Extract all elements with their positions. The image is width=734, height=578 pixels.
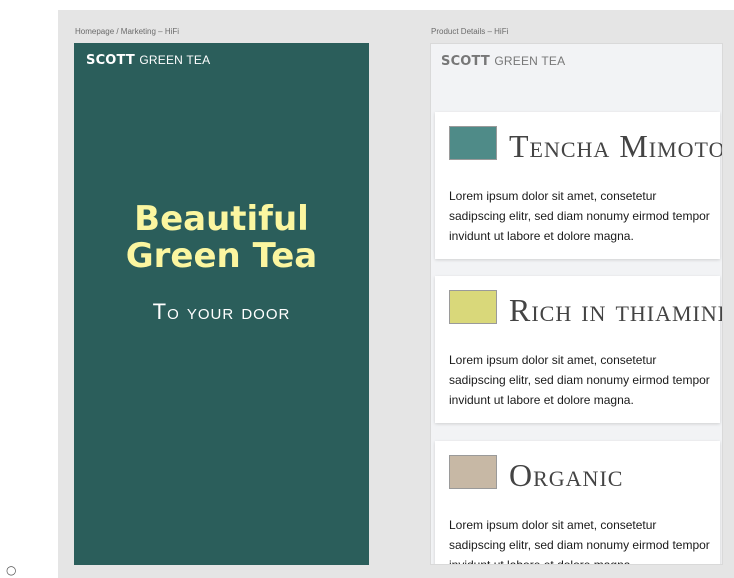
- card-title: Organic: [509, 457, 624, 493]
- hero-title-line1: Beautiful: [134, 199, 309, 239]
- card-body: Lorem ipsum dolor sit amet, consetetur s…: [449, 189, 710, 243]
- brand-bold: SCOTT: [441, 54, 490, 69]
- feature-card: Tencha Mimoto Lorem ipsum dolor sit amet…: [435, 112, 723, 259]
- card-title: Tencha Mimoto: [509, 128, 723, 164]
- frame-label-homepage[interactable]: Homepage / Marketing – HiFi: [75, 27, 179, 36]
- hero-title-line2: Green Tea: [125, 236, 318, 276]
- brand-logo: SCOTT GREEN TEA: [86, 53, 210, 68]
- color-swatch: [449, 290, 497, 324]
- card-body: Lorem ipsum dolor sit amet, consetetur s…: [449, 353, 710, 407]
- feature-card: Rich in thiamine Lorem ipsum dolor sit a…: [435, 276, 723, 423]
- product-details-frame[interactable]: SCOTT GREEN TEA Tencha Mimoto Lorem ipsu…: [430, 43, 723, 565]
- feature-card: Organic Lorem ipsum dolor sit amet, cons…: [435, 441, 720, 565]
- brand-light: GREEN TEA: [494, 54, 566, 68]
- circle-icon: ○: [6, 563, 17, 577]
- brand-light: GREEN TEA: [139, 53, 211, 67]
- homepage-frame[interactable]: SCOTT GREEN TEA Beautiful Green Tea To y…: [74, 43, 369, 565]
- card-body: Lorem ipsum dolor sit amet, consetetur s…: [449, 518, 710, 565]
- color-swatch: [449, 455, 497, 489]
- hero-title: Beautiful Green Tea: [74, 201, 369, 275]
- color-swatch: [449, 126, 497, 160]
- brand-bold: SCOTT: [86, 53, 135, 68]
- hero-subtitle: To your door: [152, 299, 291, 324]
- brand-logo: SCOTT GREEN TEA: [441, 54, 565, 69]
- card-title: Rich in thiamine: [509, 292, 723, 328]
- frame-label-product-details[interactable]: Product Details – HiFi: [431, 27, 508, 36]
